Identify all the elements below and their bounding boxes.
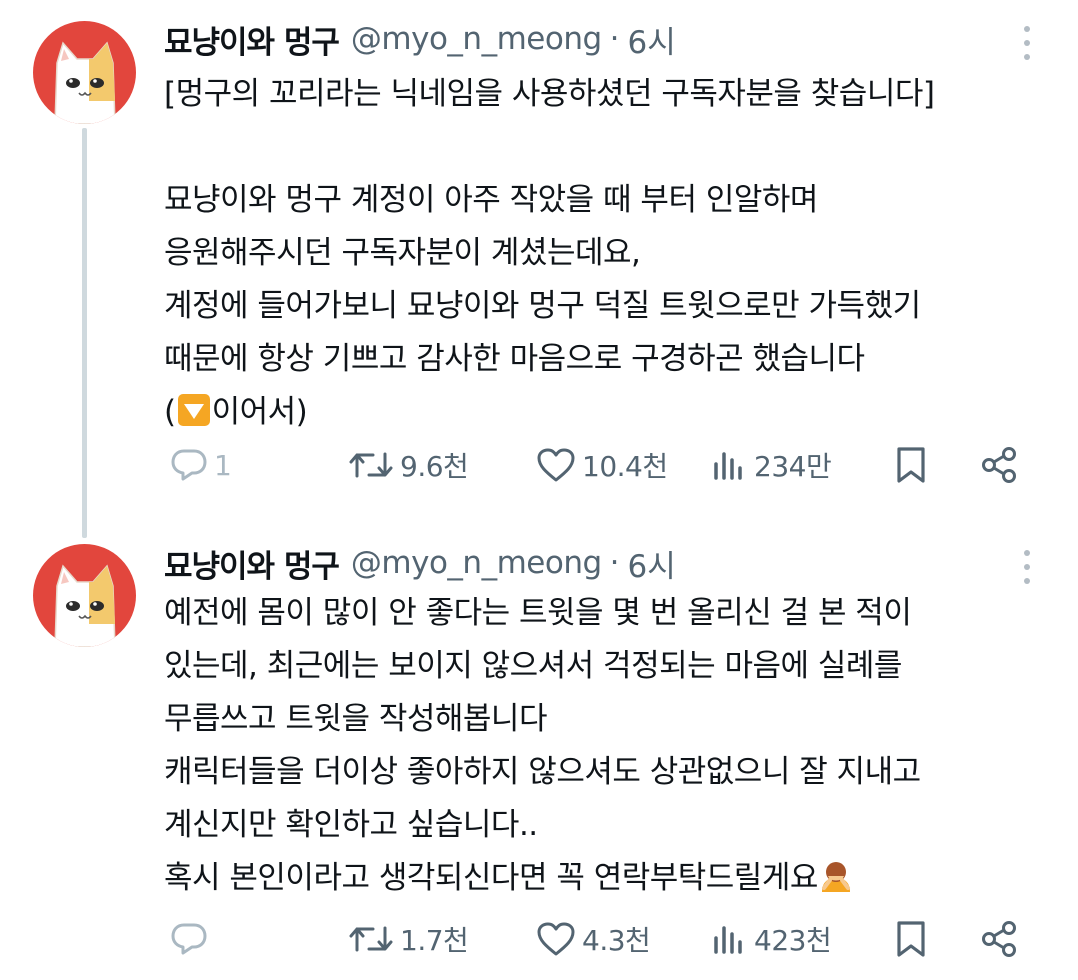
cat-avatar-icon bbox=[54, 41, 116, 124]
retweet-count: 1.7천 bbox=[400, 924, 469, 957]
analytics-bars-icon bbox=[714, 452, 742, 480]
retweet-icon bbox=[349, 452, 393, 478]
analytics-bars-icon bbox=[714, 926, 742, 954]
retweet-button[interactable]: 9.6천 bbox=[348, 440, 469, 490]
share-button[interactable] bbox=[980, 914, 1020, 964]
bookmark-button[interactable] bbox=[894, 440, 928, 490]
more-vertical-icon[interactable] bbox=[1020, 550, 1034, 584]
timestamp[interactable]: 6시 bbox=[628, 541, 676, 586]
cat-avatar-icon bbox=[54, 564, 116, 647]
separator-dot: · bbox=[609, 21, 620, 57]
reply-count: 1 bbox=[214, 448, 232, 482]
text-line: 묘냥이와 멍구 계정이 아주 작았을 때 부터 인알하며 bbox=[164, 182, 818, 218]
text-line: 있는데, 최근에는 보이지 않으셔서 걱정되는 마음에 실례를 bbox=[164, 648, 902, 684]
share-icon bbox=[982, 447, 1016, 483]
bookmark-icon bbox=[897, 447, 925, 483]
text-line: 계신지만 확인하고 싶습니다.. bbox=[164, 807, 538, 843]
text-line: 응원해주시던 구독자분이 계셨는데요, bbox=[164, 235, 641, 271]
share-button[interactable] bbox=[980, 440, 1020, 490]
text-line bbox=[164, 121, 1044, 174]
reply-bubble-icon bbox=[171, 449, 207, 481]
views-button[interactable]: 234만 bbox=[712, 440, 832, 490]
reply-button[interactable] bbox=[170, 914, 214, 964]
closing-text: 혹시 본인이라고 생각되신다면 꼭 연락부탁드릴게요 bbox=[164, 860, 818, 896]
text-line: 때문에 항상 기쁘고 감사한 마음으로 구경하곤 했습니다 bbox=[164, 341, 865, 377]
text-line: 계정에 들어가보니 묘냥이와 멍구 덕질 트윗으로만 가득했기 bbox=[164, 288, 921, 324]
tweet-text: [멍구의 꼬리라는 닉네임을 사용하셨던 구독자분을 찾습니다] 묘냥이와 멍구… bbox=[164, 68, 1044, 439]
views-button[interactable]: 423천 bbox=[712, 914, 832, 964]
tweet-actions: 1 9.6천 10.4천 234만 bbox=[164, 440, 1044, 490]
like-count: 4.3천 bbox=[582, 924, 651, 957]
timestamp[interactable]: 6시 bbox=[628, 17, 676, 62]
tweet-2[interactable]: 묘냥이와 멍구 @myo_n_meong · 6시 예전에 몸이 많이 안 좋다… bbox=[0, 520, 1078, 980]
text-line: 무릅쓰고 트윗을 작성해봅니다 bbox=[164, 701, 547, 737]
text-line: 예전에 몸이 많이 안 좋다는 트윗을 몇 번 올리신 걸 본 적이 bbox=[164, 595, 912, 631]
text-line: ( 이어서) bbox=[164, 386, 1044, 439]
avatar[interactable] bbox=[33, 21, 136, 124]
retweet-icon bbox=[349, 926, 393, 952]
user-handle[interactable]: @myo_n_meong bbox=[351, 21, 602, 57]
more-vertical-icon[interactable] bbox=[1020, 26, 1034, 60]
like-count: 10.4천 bbox=[582, 450, 668, 483]
tweet-1[interactable]: 묘냥이와 멍구 @myo_n_meong · 6시 [멍구의 꼬리라는 닉네임을… bbox=[0, 0, 1078, 520]
view-count: 423천 bbox=[754, 924, 832, 957]
continued-text: 이어서) bbox=[211, 394, 308, 430]
display-name[interactable]: 묘냥이와 멍구 bbox=[164, 17, 340, 62]
paren-open: ( bbox=[164, 394, 176, 430]
separator-dot: · bbox=[609, 545, 620, 581]
heart-icon bbox=[537, 922, 575, 956]
text-line: 혹시 본인이라고 생각되신다면 꼭 연락부탁드릴게요 bbox=[164, 852, 1044, 905]
text-line: 캐릭터들을 더이상 좋아하지 않으셔도 상관없으니 잘 지내고 bbox=[164, 754, 921, 790]
retweet-count: 9.6천 bbox=[400, 450, 469, 483]
avatar[interactable] bbox=[33, 544, 136, 647]
heart-icon bbox=[537, 448, 575, 482]
person-bowing-emoji bbox=[818, 858, 854, 894]
like-button[interactable]: 4.3천 bbox=[536, 914, 651, 964]
reply-button[interactable]: 1 bbox=[170, 440, 232, 490]
tweet-actions: 1.7천 4.3천 423천 bbox=[164, 914, 1044, 964]
down-arrow-emoji bbox=[176, 392, 212, 428]
retweet-button[interactable]: 1.7천 bbox=[348, 914, 469, 964]
share-icon bbox=[982, 921, 1016, 957]
view-count: 234만 bbox=[754, 450, 832, 483]
text-line: [멍구의 꼬리라는 닉네임을 사용하셨던 구독자분을 찾습니다] bbox=[164, 76, 935, 112]
user-handle[interactable]: @myo_n_meong bbox=[351, 545, 602, 581]
tweet-header: 묘냥이와 멍구 @myo_n_meong · 6시 bbox=[164, 541, 676, 585]
display-name[interactable]: 묘냥이와 멍구 bbox=[164, 541, 340, 586]
bookmark-button[interactable] bbox=[894, 914, 928, 964]
like-button[interactable]: 10.4천 bbox=[536, 440, 668, 490]
reply-bubble-icon bbox=[171, 923, 207, 955]
tweet-text: 예전에 몸이 많이 안 좋다는 트윗을 몇 번 올리신 걸 본 적이 있는데, … bbox=[164, 587, 1044, 905]
bookmark-icon bbox=[897, 921, 925, 957]
tweet-header: 묘냥이와 멍구 @myo_n_meong · 6시 bbox=[164, 17, 676, 61]
